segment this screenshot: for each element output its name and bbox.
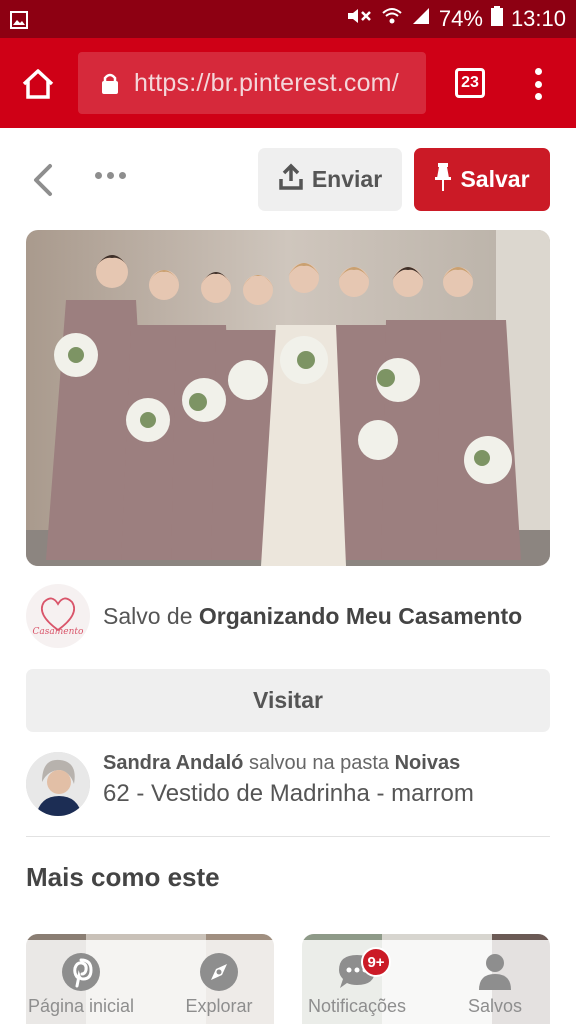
pin-title: 62 - Vestido de Madrinha - marrom xyxy=(103,780,474,807)
status-bar: 74% 13:10 xyxy=(0,0,576,38)
saver-folder[interactable]: Noivas xyxy=(395,752,461,774)
pin-saver: Sandra Andaló salvou na pasta Noivas 62 … xyxy=(26,750,550,820)
nav-home[interactable]: Página inicial xyxy=(12,940,150,1024)
save-button[interactable]: Salvar xyxy=(414,148,550,211)
pin-image[interactable] xyxy=(26,230,550,566)
source-prefix: Salvo de xyxy=(103,603,199,629)
send-label: Enviar xyxy=(311,166,383,192)
person-icon xyxy=(475,952,515,992)
battery-icon xyxy=(490,6,503,32)
mute-icon xyxy=(345,6,373,32)
signal-icon xyxy=(411,6,431,32)
home-icon[interactable] xyxy=(20,66,56,102)
saver-middle-text: salvou na pasta xyxy=(243,752,395,774)
source-text: Salvo de Organizando Meu Casamento xyxy=(103,603,522,630)
nav-notifications-label: Notificações xyxy=(307,996,407,1016)
nav-saved[interactable]: Salvos xyxy=(426,940,564,1024)
lock-icon xyxy=(100,72,120,94)
avatar[interactable] xyxy=(26,752,90,816)
compass-icon xyxy=(199,952,239,992)
nav-explore[interactable]: Explorar xyxy=(150,940,288,1024)
more-like-this-heading: Mais como este xyxy=(26,862,220,892)
pin-action-bar: Enviar Salvar xyxy=(0,140,576,220)
pinterest-logo-icon xyxy=(61,952,101,992)
nav-saved-label: Salvos xyxy=(467,996,523,1016)
more-options-icon[interactable] xyxy=(95,172,126,179)
source-logo-text: Casamento xyxy=(33,627,85,637)
url-text: https://br.pinterest.com/ xyxy=(134,68,399,97)
share-upload-icon xyxy=(278,163,304,197)
send-button[interactable]: Enviar xyxy=(258,148,402,211)
wifi-icon xyxy=(381,6,403,32)
address-bar[interactable]: https://br.pinterest.com/ xyxy=(78,52,426,114)
browser-menu-icon[interactable] xyxy=(532,64,544,104)
saver-line: Sandra Andaló salvou na pasta Noivas xyxy=(103,752,460,775)
pushpin-icon xyxy=(434,162,452,198)
saver-name[interactable]: Sandra Andaló xyxy=(103,752,243,774)
visit-button[interactable]: Visitar xyxy=(26,669,550,732)
divider xyxy=(26,836,550,837)
chat-bubble-icon: 9+ xyxy=(337,947,391,992)
source-board-link[interactable]: Organizando Meu Casamento xyxy=(199,603,522,629)
save-label: Salvar xyxy=(460,166,530,192)
source-logo: Casamento xyxy=(26,584,90,648)
gallery-notification-icon xyxy=(10,9,28,35)
browser-toolbar: https://br.pinterest.com/ 23 xyxy=(0,38,576,128)
nav-notifications[interactable]: 9+ Notificações xyxy=(288,940,426,1024)
nav-home-label: Página inicial xyxy=(27,996,135,1016)
notifications-badge: 9+ xyxy=(361,947,391,977)
battery-percent: 74% xyxy=(438,6,483,31)
back-chevron-icon[interactable] xyxy=(28,162,58,198)
pin-source[interactable]: Casamento Salvo de Organizando Meu Casam… xyxy=(26,584,550,650)
tab-switcher-button[interactable]: 23 xyxy=(455,68,485,98)
nav-explore-label: Explorar xyxy=(185,996,253,1016)
clock: 13:10 xyxy=(510,6,566,31)
bottom-navigation: Página inicial Explorar 9+ Notificações … xyxy=(0,940,576,1024)
